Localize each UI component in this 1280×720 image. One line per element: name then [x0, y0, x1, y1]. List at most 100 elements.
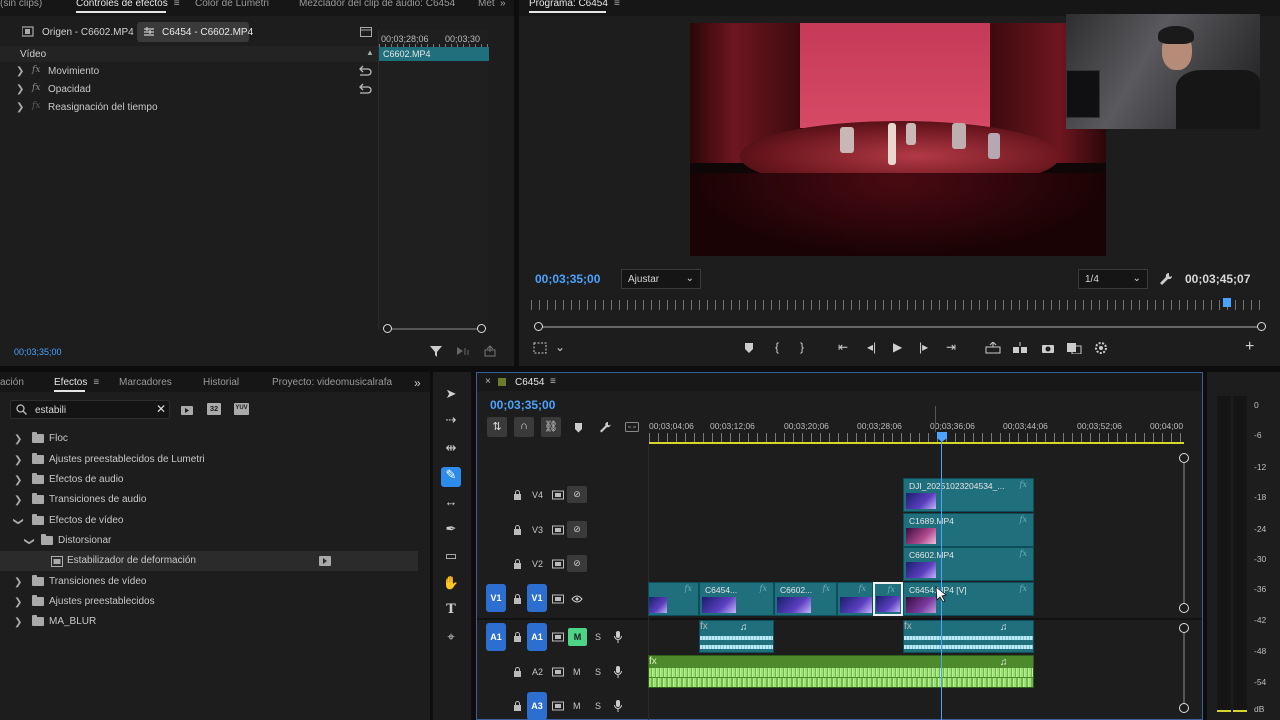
microphone-icon[interactable]: [614, 666, 622, 678]
step-back-icon[interactable]: ◂|: [867, 340, 876, 354]
pen-tool-icon[interactable]: ✒: [441, 521, 461, 541]
lock-icon[interactable]: [513, 667, 522, 677]
effect-row-opacity[interactable]: ❯ fx Opacidad: [0, 81, 378, 99]
chevron-right-icon[interactable]: ❯: [14, 434, 22, 445]
tab-program[interactable]: Programa: C6454 ≡: [529, 0, 620, 13]
solo-button-a1[interactable]: S: [595, 632, 601, 642]
mute-button-a2[interactable]: M: [573, 667, 581, 677]
accelerated-effects-icon[interactable]: [180, 404, 194, 416]
yuv-effects-icon[interactable]: YUV: [234, 403, 249, 415]
reset-icon[interactable]: [358, 65, 372, 77]
eye-icon[interactable]: [571, 595, 583, 603]
eye-hidden-icon[interactable]: ⊘: [567, 486, 587, 503]
solo-button-a2[interactable]: S: [595, 667, 601, 677]
audio-clip-a1-left[interactable]: ♫ fx: [699, 620, 774, 653]
track-target-a3[interactable]: A3: [527, 692, 547, 720]
program-zoom-bar[interactable]: [534, 322, 1267, 332]
lock-icon[interactable]: [513, 701, 522, 711]
source-patch-a1[interactable]: A1: [486, 623, 506, 651]
settings-icon[interactable]: [1094, 341, 1108, 355]
chevron-down-icon[interactable]: ❯: [13, 517, 24, 525]
tree-folder-video-transitions[interactable]: ❯ Transiciones de vídeo: [0, 572, 418, 592]
effect-row-motion[interactable]: ❯ fx Movimiento: [0, 63, 378, 81]
eye-hidden-icon[interactable]: ⊘: [567, 555, 587, 572]
chevron-right-icon[interactable]: ❯: [16, 102, 24, 113]
program-video-frame[interactable]: [690, 23, 1106, 256]
sync-lock-icon[interactable]: [552, 701, 564, 711]
audio-clip-a2-music[interactable]: ♫ fx: [648, 655, 1034, 688]
ec-zoom-scrollbar[interactable]: [383, 324, 486, 334]
chevron-right-icon[interactable]: ❯: [14, 455, 22, 466]
add-button-icon[interactable]: +: [1245, 338, 1254, 356]
clip-v1-main[interactable]: C6454.MP4 [V] fx: [903, 582, 1034, 616]
tab-effects[interactable]: Efectos ≡: [54, 377, 99, 392]
effects-search-field[interactable]: estabili ✕: [10, 400, 170, 419]
program-timecode-current[interactable]: 00;03;35;00: [535, 272, 600, 286]
lock-icon[interactable]: [513, 490, 522, 500]
compare-view-icon[interactable]: [1066, 342, 1082, 354]
selection-tool-icon[interactable]: ➤: [441, 386, 461, 406]
clear-search-icon[interactable]: ✕: [156, 402, 166, 416]
rectangle-tool-icon[interactable]: ▭: [441, 548, 461, 568]
tree-folder-ma-blur[interactable]: ❯ MA_BLUR: [0, 612, 418, 632]
add-marker-icon[interactable]: [744, 342, 754, 354]
lock-icon[interactable]: [513, 632, 522, 642]
type-tool-icon[interactable]: T: [441, 602, 461, 622]
scrollbar-handle-right[interactable]: [477, 324, 486, 333]
collapse-arrow-icon[interactable]: ▲: [366, 48, 374, 57]
clip-v1-0[interactable]: fx: [648, 582, 699, 616]
eye-hidden-icon[interactable]: ⊘: [567, 521, 587, 538]
chevron-down-icon[interactable]: ⌄: [555, 340, 565, 354]
sync-lock-icon[interactable]: [552, 490, 564, 500]
timeline-scroll-handle-top[interactable]: [1179, 453, 1189, 463]
mini-clip[interactable]: C6602.MP4: [379, 47, 489, 61]
filter-icon[interactable]: [430, 345, 442, 357]
clip-v1-3[interactable]: fx: [837, 582, 873, 616]
sync-lock-icon[interactable]: [552, 667, 564, 677]
captions-icon[interactable]: [625, 422, 639, 432]
clip-v4[interactable]: DJI_20251023204534_... fx: [903, 478, 1034, 512]
chevron-right-icon[interactable]: ❯: [14, 617, 22, 628]
close-icon[interactable]: ×: [485, 376, 491, 387]
tree-folder-lumetri-presets[interactable]: ❯ Ajustes preestablecidos de Lumetri: [0, 450, 418, 470]
extract-icon[interactable]: [1012, 342, 1028, 354]
tab-history[interactable]: Historial: [203, 377, 239, 388]
sync-lock-icon[interactable]: [552, 632, 564, 642]
timeline-timecode[interactable]: 00;03;35;00: [490, 398, 555, 412]
scrollbar-handle-left[interactable]: [383, 324, 392, 333]
tab-partial[interactable]: ación: [0, 377, 24, 388]
camera-icon[interactable]: [1041, 342, 1055, 354]
program-playhead-marker[interactable]: [1223, 298, 1231, 307]
lock-icon[interactable]: [513, 559, 522, 569]
ec-mini-timeline[interactable]: 00;03;28;06 00;03;30 C6602.MP4: [378, 30, 489, 330]
lock-icon[interactable]: [513, 594, 522, 604]
insert-nest-toggle[interactable]: ⇅: [487, 417, 507, 437]
tree-folder-audio-effects[interactable]: ❯ Efectos de audio: [0, 470, 418, 490]
razor-tool-icon[interactable]: ✎: [441, 467, 461, 487]
linked-selection-toggle[interactable]: ⛓: [541, 417, 561, 437]
go-to-out-icon[interactable]: ⇥: [946, 340, 956, 354]
tab-audio-clip-mixer[interactable]: Mezclador del clip de audio: C6454: [299, 0, 455, 9]
fx-icon[interactable]: fx: [32, 83, 40, 93]
play-icon[interactable]: ▶: [893, 340, 902, 354]
tab-metadata[interactable]: Met: [478, 0, 495, 9]
chevron-right-icon[interactable]: ❯: [14, 597, 22, 608]
sequence-tab-label[interactable]: C6454: [515, 377, 544, 388]
clip-v2[interactable]: C6602.MP4 fx: [903, 547, 1034, 581]
fx-icon[interactable]: fx: [32, 65, 40, 75]
sync-lock-icon[interactable]: [552, 559, 564, 569]
chevron-down-icon[interactable]: ❯: [24, 537, 35, 545]
lock-icon[interactable]: [513, 525, 522, 535]
zoom-handle-right[interactable]: [1257, 322, 1266, 331]
audio-scroll-handle-bottom[interactable]: [1179, 703, 1189, 713]
timeline-settings-icon[interactable]: [599, 421, 611, 433]
microphone-icon[interactable]: [614, 700, 622, 712]
menu-icon[interactable]: ≡: [550, 376, 556, 387]
chevron-right-icon[interactable]: ❯: [14, 577, 22, 588]
clip-v1-1[interactable]: C6454... fx: [699, 582, 774, 616]
play-audio-icon[interactable]: [456, 345, 470, 357]
track-target-v1[interactable]: V1: [527, 584, 547, 612]
panel-layout-icon[interactable]: [360, 27, 372, 37]
overflow-chevron-icon[interactable]: »: [500, 0, 506, 9]
snap-toggle[interactable]: ∩: [514, 417, 534, 437]
